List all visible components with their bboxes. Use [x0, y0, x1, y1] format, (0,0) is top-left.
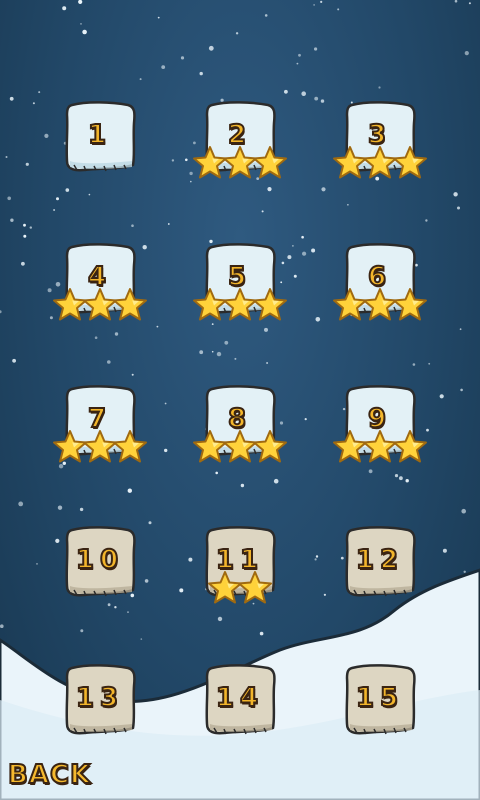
level-tile-8[interactable]: 8 [193, 383, 287, 463]
star-icon [113, 430, 147, 463]
star-rating [207, 570, 272, 610]
star-icon [253, 430, 287, 463]
star-icon [253, 146, 287, 179]
level-tile-10[interactable]: 10 [62, 524, 138, 600]
level-number: 15 [355, 682, 405, 714]
level-tile-9[interactable]: 9 [333, 383, 427, 463]
level-tile-14[interactable]: 14 [202, 662, 278, 738]
level-tile-12[interactable]: 12 [342, 524, 418, 600]
level-tile-5[interactable]: 5 [193, 241, 287, 321]
star-rating [332, 429, 427, 469]
star-rating [52, 429, 147, 469]
level-tile-3[interactable]: 3 [333, 99, 427, 179]
star-icon [393, 146, 427, 179]
level-tile-6[interactable]: 6 [333, 241, 427, 321]
level-number: 14 [215, 682, 265, 714]
level-tile-11[interactable]: 11 [202, 524, 278, 604]
level-tile-4[interactable]: 4 [53, 241, 147, 321]
star-icon [393, 430, 427, 463]
level-number: 1 [87, 119, 113, 151]
star-rating [52, 287, 147, 327]
level-tile-1[interactable]: 1 [62, 99, 138, 175]
star-icon [113, 288, 147, 321]
star-rating [332, 145, 427, 185]
level-tile-13[interactable]: 13 [62, 662, 138, 738]
star-rating [192, 429, 287, 469]
star-icon [253, 288, 287, 321]
level-tile-2[interactable]: 2 [193, 99, 287, 179]
star-rating [192, 287, 287, 327]
level-number: 10 [75, 544, 125, 576]
level-tile-7[interactable]: 7 [53, 383, 147, 463]
level-number: 13 [75, 682, 125, 714]
level-number: 12 [355, 544, 405, 576]
star-rating [192, 145, 287, 185]
star-icon [393, 288, 427, 321]
star-rating [332, 287, 427, 327]
back-button[interactable]: BACK [7, 759, 92, 796]
star-icon [238, 571, 272, 604]
level-tile-15[interactable]: 15 [342, 662, 418, 738]
